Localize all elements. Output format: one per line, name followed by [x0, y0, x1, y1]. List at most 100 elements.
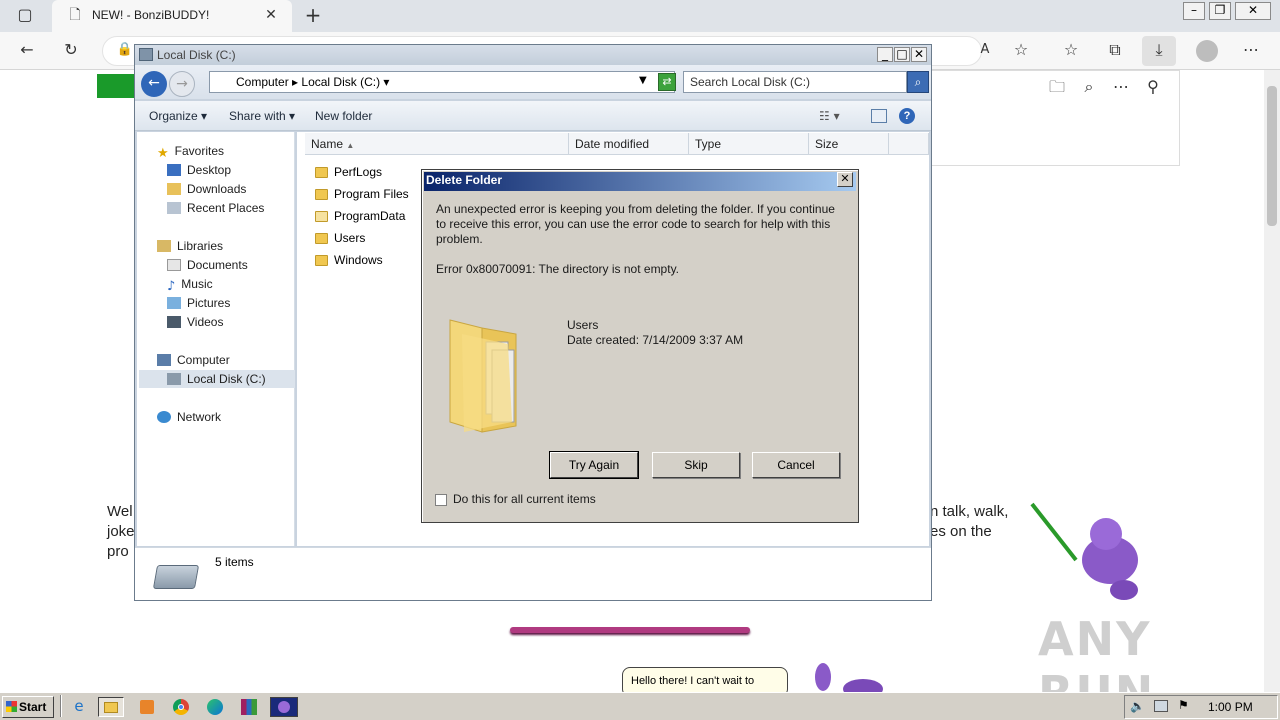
folder-icon [315, 211, 328, 222]
breadcrumb-computer[interactable]: Computer [236, 75, 289, 89]
file-row[interactable]: Program Files [315, 184, 409, 204]
restore-icon[interactable]: ❐ [1209, 2, 1231, 20]
winrar-icon[interactable] [238, 697, 260, 717]
close-tab-icon[interactable]: ✕ [258, 3, 284, 29]
profile-icon[interactable] [1196, 40, 1218, 62]
item-date-created: Date created: 7/14/2009 3:37 AM [567, 333, 744, 347]
windows-logo-icon [6, 701, 17, 712]
breadcrumb-separator-icon[interactable]: ▸ [292, 75, 301, 89]
page-icon: 🗋 [69, 7, 81, 23]
column-header-date[interactable]: Date modified [569, 133, 689, 155]
back-arrow-icon[interactable]: ← [141, 71, 167, 97]
try-again-button[interactable]: Try Again [549, 451, 639, 479]
new-tab-button[interactable]: + [300, 3, 326, 29]
dialog-close-icon[interactable]: ✕ [837, 172, 853, 187]
file-row[interactable]: ProgramData [315, 206, 405, 226]
nav-favorites[interactable]: ★ Favorites [157, 142, 224, 161]
help-icon[interactable]: ? [899, 108, 915, 124]
collections-icon[interactable]: ⧉ [1102, 38, 1128, 64]
explorer-minimize-icon[interactable]: _ [877, 47, 893, 62]
breadcrumb-local-disk[interactable]: Local Disk (C:) [301, 75, 380, 89]
new-folder-button[interactable]: New folder [315, 109, 372, 123]
forward-arrow-icon[interactable]: → [169, 71, 195, 97]
explorer-titlebar[interactable] [135, 45, 931, 65]
search-icon[interactable]: ⌕ [907, 71, 929, 93]
preview-pane-icon[interactable] [871, 109, 887, 123]
tab-actions-icon[interactable]: ▢ [12, 3, 38, 29]
item-count: 5 items [215, 555, 254, 569]
tab-title: NEW! - BonziBUDDY! [92, 8, 210, 22]
network-icon [157, 411, 171, 423]
more-icon[interactable]: ⋯ [1238, 38, 1264, 64]
chrome-icon[interactable] [170, 697, 192, 717]
nav-computer[interactable]: Computer [157, 351, 230, 369]
column-header-name[interactable]: Name ▲ [305, 133, 569, 155]
documents-icon [167, 259, 181, 271]
apply-all-label: Do this for all current items [453, 492, 596, 506]
open-folder-icon[interactable]: 🗀 [1044, 75, 1070, 101]
nav-music[interactable]: ♪ Music [167, 275, 213, 294]
explorer-maximize-icon[interactable]: □ [894, 47, 910, 62]
nav-libraries[interactable]: Libraries [157, 237, 223, 255]
start-button[interactable]: Start [2, 696, 54, 718]
share-with-button[interactable]: Share with ▾ [229, 109, 295, 123]
nav-network[interactable]: Network [157, 408, 221, 426]
taskbar [0, 692, 1280, 720]
folder-taskbar-icon [104, 702, 118, 713]
downloads-folder-icon [167, 183, 181, 195]
skip-button[interactable]: Skip [652, 452, 740, 478]
explorer-taskbar-button[interactable] [98, 697, 124, 717]
address-dropdown-icon[interactable]: ▼ [639, 75, 647, 86]
volume-icon[interactable]: 🔈 [1130, 699, 1145, 713]
back-icon[interactable]: ← [14, 38, 40, 64]
edge-icon[interactable] [204, 697, 226, 717]
network-tray-icon[interactable] [1154, 700, 1168, 712]
close-window-icon[interactable]: ✕ [1235, 2, 1271, 20]
nav-downloads[interactable]: Downloads [167, 180, 246, 198]
recent-places-icon [167, 202, 181, 214]
flyout-more-icon[interactable]: ⋯ [1108, 75, 1134, 101]
nav-recent-places[interactable]: Recent Places [167, 199, 264, 217]
view-options-icon[interactable]: ☷ ▾ [819, 109, 840, 123]
cancel-button[interactable]: Cancel [752, 452, 840, 478]
read-aloud-icon[interactable]: A [972, 38, 998, 64]
breadcrumb[interactable]: Computer ▸ Local Disk (C:) ▾ [209, 71, 675, 93]
column-header-type[interactable]: Type [689, 133, 809, 155]
bonzi-taskbar-icon[interactable] [270, 697, 298, 717]
refresh-icon[interactable]: ↻ [58, 38, 84, 64]
intro-text-left-3: pro [107, 543, 129, 560]
action-center-flag-icon[interactable]: ⚑ [1178, 698, 1189, 712]
site-banner [97, 74, 137, 98]
search-input[interactable]: Search Local Disk (C:) [683, 71, 907, 93]
minimize-icon[interactable]: – [1183, 2, 1205, 20]
column-header-size[interactable]: Size [809, 133, 889, 155]
file-row[interactable]: Windows [315, 250, 383, 270]
pin-icon[interactable]: ⚲ [1140, 75, 1166, 101]
file-row[interactable]: Users [315, 228, 365, 248]
favorites-icon[interactable]: ☆ [1058, 38, 1084, 64]
taskbar-clock[interactable]: 1:00 PM [1208, 700, 1253, 714]
intro-text-left-1: Wel [107, 503, 133, 520]
apply-all-checkbox[interactable] [435, 494, 447, 506]
file-row[interactable]: PerfLogs [315, 162, 382, 182]
search-downloads-icon[interactable]: ⌕ [1076, 75, 1102, 101]
nav-local-disk[interactable]: Local Disk (C:) [167, 370, 266, 388]
folder-icon [315, 189, 328, 200]
breadcrumb-dropdown-icon[interactable]: ▾ [383, 75, 389, 89]
column-header-blank[interactable] [889, 133, 929, 155]
folder-icon [315, 167, 328, 178]
dialog-message: An unexpected error is keeping you from … [436, 202, 835, 246]
organize-button[interactable]: Organize ▾ [149, 109, 207, 123]
divider-bar [510, 627, 750, 633]
media-player-icon[interactable] [136, 697, 158, 717]
explorer-close-icon[interactable]: ✕ [911, 47, 927, 62]
nav-videos[interactable]: Videos [167, 313, 223, 331]
nav-documents[interactable]: Documents [167, 256, 248, 274]
add-favorite-icon[interactable]: ☆ [1008, 38, 1034, 64]
page-scrollbar-thumb[interactable] [1267, 86, 1277, 226]
nav-desktop[interactable]: Desktop [167, 161, 231, 179]
ie-icon[interactable]: e [68, 697, 90, 717]
nav-pictures[interactable]: Pictures [167, 294, 230, 312]
go-refresh-icon[interactable]: ⇄ [658, 73, 676, 91]
bonzi-character-image [1030, 502, 1138, 600]
